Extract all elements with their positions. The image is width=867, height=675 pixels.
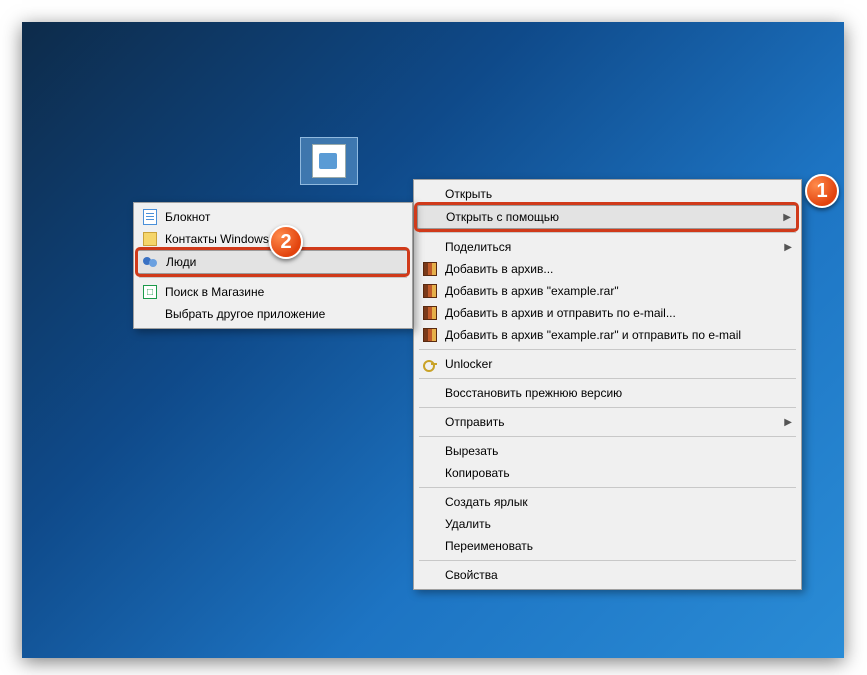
- menu-unlocker[interactable]: Unlocker: [417, 353, 798, 375]
- menu-create-shortcut[interactable]: Создать ярлык: [417, 491, 798, 513]
- desktop-file-selected[interactable]: [300, 137, 358, 185]
- menu-create-shortcut-label: Создать ярлык: [445, 495, 792, 509]
- blank-icon: [421, 385, 439, 401]
- openwith-notepad[interactable]: Блокнот: [137, 206, 409, 228]
- menu-separator: [419, 487, 796, 488]
- blank-icon: [421, 239, 439, 255]
- blank-icon: [141, 306, 159, 322]
- menu-share[interactable]: Поделиться ▶: [417, 236, 798, 258]
- badge-1-number: 1: [816, 180, 827, 203]
- menu-add-archive-email-label: Добавить в архив и отправить по e-mail..…: [445, 306, 792, 320]
- menu-rename-label: Переименовать: [445, 539, 792, 553]
- open-with-submenu: Блокнот Контакты Windows Люди □ Поиск в …: [133, 202, 413, 329]
- chevron-right-icon: ▶: [779, 212, 791, 223]
- menu-delete[interactable]: Удалить: [417, 513, 798, 535]
- openwith-choose-other[interactable]: Выбрать другое приложение: [137, 303, 409, 325]
- menu-add-archive-named-label: Добавить в архив "example.rar": [445, 284, 792, 298]
- menu-add-archive-email[interactable]: Добавить в архив и отправить по e-mail..…: [417, 302, 798, 324]
- annotation-badge-1: 1: [805, 174, 839, 208]
- menu-separator: [419, 232, 796, 233]
- blank-icon: [421, 414, 439, 430]
- winrar-icon: [421, 261, 439, 277]
- openwith-store-search-label: Поиск в Магазине: [165, 285, 403, 299]
- menu-add-archive-label: Добавить в архив...: [445, 262, 792, 276]
- store-icon: □: [141, 284, 159, 300]
- chevron-right-icon: ▶: [780, 242, 792, 253]
- openwith-people-label: Люди: [166, 255, 402, 269]
- menu-share-label: Поделиться: [445, 240, 780, 254]
- menu-cut[interactable]: Вырезать: [417, 440, 798, 462]
- menu-separator: [419, 349, 796, 350]
- contacts-icon: [141, 231, 159, 247]
- people-icon: [142, 254, 160, 270]
- menu-rename[interactable]: Переименовать: [417, 535, 798, 557]
- menu-open[interactable]: Открыть: [417, 183, 798, 205]
- winrar-icon: [421, 305, 439, 321]
- blank-icon: [421, 186, 439, 202]
- openwith-contacts-label: Контакты Windows: [165, 232, 403, 246]
- blank-icon: [421, 516, 439, 532]
- menu-open-with-label: Открыть с помощью: [446, 210, 779, 224]
- openwith-contacts[interactable]: Контакты Windows: [137, 228, 409, 250]
- blank-icon: [422, 209, 440, 225]
- menu-separator: [139, 277, 407, 278]
- menu-restore-previous[interactable]: Восстановить прежнюю версию: [417, 382, 798, 404]
- unlocker-key-icon: [421, 356, 439, 372]
- menu-unlocker-label: Unlocker: [445, 357, 792, 371]
- menu-restore-previous-label: Восстановить прежнюю версию: [445, 386, 792, 400]
- blank-icon: [421, 567, 439, 583]
- context-menu: Открыть Открыть с помощью ▶ Поделиться ▶…: [413, 179, 802, 590]
- menu-open-label: Открыть: [445, 187, 792, 201]
- menu-add-archive-named[interactable]: Добавить в архив "example.rar": [417, 280, 798, 302]
- blank-icon: [421, 494, 439, 510]
- blank-icon: [421, 443, 439, 459]
- openwith-people[interactable]: Люди: [137, 250, 409, 274]
- menu-cut-label: Вырезать: [445, 444, 792, 458]
- openwith-choose-other-label: Выбрать другое приложение: [165, 307, 403, 321]
- openwith-notepad-label: Блокнот: [165, 210, 403, 224]
- notepad-icon: [141, 209, 159, 225]
- menu-add-archive-named-email-label: Добавить в архив "example.rar" и отправи…: [445, 328, 792, 342]
- blank-icon: [421, 465, 439, 481]
- winrar-icon: [421, 283, 439, 299]
- menu-add-archive-named-email[interactable]: Добавить в архив "example.rar" и отправи…: [417, 324, 798, 346]
- menu-properties[interactable]: Свойства: [417, 564, 798, 586]
- blank-icon: [421, 538, 439, 554]
- menu-send-to[interactable]: Отправить ▶: [417, 411, 798, 433]
- openwith-store-search[interactable]: □ Поиск в Магазине: [137, 281, 409, 303]
- menu-copy[interactable]: Копировать: [417, 462, 798, 484]
- winrar-icon: [421, 327, 439, 343]
- menu-copy-label: Копировать: [445, 466, 792, 480]
- chevron-right-icon: ▶: [780, 417, 792, 428]
- menu-separator: [419, 560, 796, 561]
- file-icon: [312, 144, 346, 178]
- menu-send-to-label: Отправить: [445, 415, 780, 429]
- menu-open-with[interactable]: Открыть с помощью ▶: [417, 205, 798, 229]
- menu-add-archive[interactable]: Добавить в архив...: [417, 258, 798, 280]
- desktop-background: Открыть Открыть с помощью ▶ Поделиться ▶…: [22, 22, 844, 658]
- menu-separator: [419, 436, 796, 437]
- menu-separator: [419, 407, 796, 408]
- menu-delete-label: Удалить: [445, 517, 792, 531]
- menu-properties-label: Свойства: [445, 568, 792, 582]
- menu-separator: [419, 378, 796, 379]
